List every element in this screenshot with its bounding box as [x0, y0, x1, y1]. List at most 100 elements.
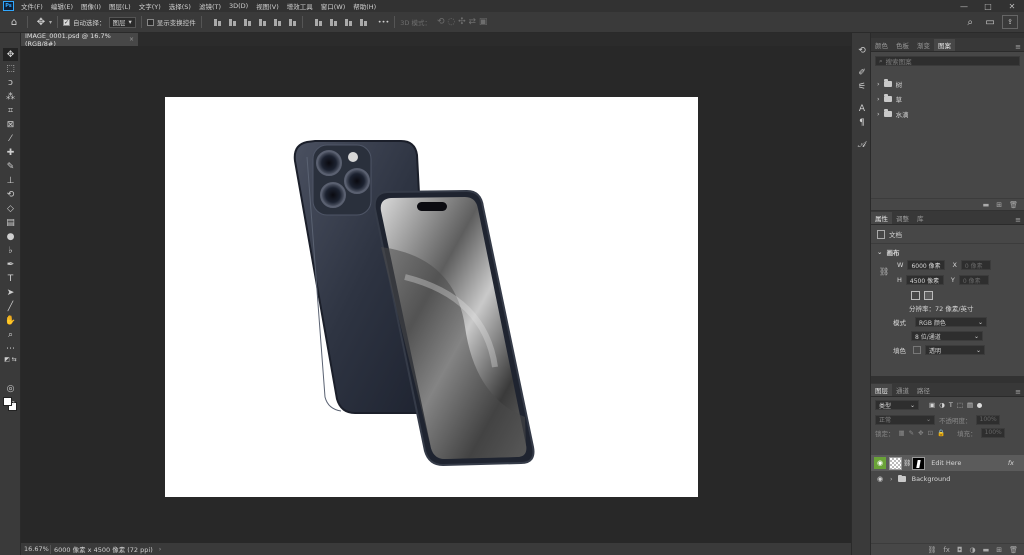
lock-paint-icon[interactable]: ✎ [909, 429, 914, 437]
tab-adjustments[interactable]: 调整 [892, 212, 913, 224]
document-tab[interactable]: IMAGE_0001.psd @ 16.7%(RGB/8#) × [21, 32, 138, 48]
auto-select-checkbox[interactable]: ✓ [63, 18, 71, 26]
panel-menu-icon[interactable]: ≡ [1015, 388, 1021, 396]
depth-select[interactable]: 8 位/通道 ⌄ [911, 331, 983, 341]
filter-shape-icon[interactable]: ⬚ [957, 401, 963, 409]
menu-help[interactable]: 帮助(H) [349, 1, 380, 11]
layer-style-icon[interactable]: fx [943, 546, 950, 554]
eyedropper-tool-icon[interactable]: ⁄ [3, 132, 18, 145]
default-colors-icon[interactable]: ◩ ⇆ [3, 353, 18, 366]
panel-menu-icon[interactable]: ≡ [1015, 216, 1021, 224]
fill-field[interactable]: 100% [980, 427, 1005, 438]
tab-gradients[interactable]: 渐变 [913, 39, 934, 51]
y-field[interactable]: 0 像素 [958, 275, 989, 285]
pen-tool-icon[interactable]: ✒ [3, 258, 18, 271]
height-field[interactable]: 4500 像素 [905, 275, 944, 285]
line-tool-icon[interactable]: ╱ [3, 300, 18, 313]
layer-filter-select[interactable]: 类型 ⌄ [875, 400, 919, 410]
align-hcenter-icon[interactable] [228, 18, 237, 27]
minimize-button[interactable]: — [952, 0, 976, 12]
tab-channels[interactable]: 通道 [892, 384, 913, 396]
tab-properties[interactable]: 属性 [871, 212, 892, 224]
lock-position-icon[interactable]: ✥ [918, 429, 923, 437]
home-icon[interactable]: ⌂ [6, 14, 22, 30]
zoom-level[interactable]: 16.67% [21, 545, 49, 553]
align-bottom-icon[interactable] [288, 18, 297, 27]
close-button[interactable]: ✕ [1000, 0, 1024, 12]
tab-paths[interactable]: 路径 [913, 384, 934, 396]
lock-pixels-icon[interactable]: ▦ [899, 429, 905, 437]
link-layers-icon[interactable]: ⛓ [927, 546, 936, 554]
trash-icon[interactable]: 🗑 [1009, 546, 1018, 554]
photoshop-logo[interactable]: Ps [3, 1, 14, 11]
adjustments-icon[interactable]: ⚟ [855, 81, 869, 93]
menu-filter[interactable]: 滤镜(T) [195, 1, 225, 11]
new-group-icon[interactable]: ▬ [983, 201, 990, 209]
crop-tool-icon[interactable]: ⌗ [3, 104, 18, 117]
distribute-right-icon[interactable] [344, 18, 353, 27]
hand-tool-icon[interactable]: ✋ [3, 314, 18, 327]
visibility-eye-icon[interactable]: ◉ [874, 473, 886, 485]
move-tool-icon[interactable]: ✥ [3, 48, 18, 61]
menu-plugins[interactable]: 增效工具 [283, 1, 317, 11]
align-right-icon[interactable] [243, 18, 252, 27]
workspace-icon[interactable]: ▭ [982, 14, 998, 30]
more-options-button[interactable]: ••• [378, 18, 390, 26]
distribute-center-icon[interactable] [329, 18, 338, 27]
type-tool-icon[interactable]: T [3, 272, 18, 285]
filter-adjustment-icon[interactable]: ◑ [939, 401, 945, 409]
align-left-icon[interactable] [213, 18, 222, 27]
glyphs-panel-icon[interactable]: 𝒜 [855, 139, 869, 151]
path-selection-tool-icon[interactable]: ➤ [3, 286, 18, 299]
lock-artboard-icon[interactable]: ⊡ [928, 429, 933, 437]
landscape-icon[interactable] [924, 290, 933, 300]
trash-icon[interactable]: 🗑 [1009, 201, 1018, 209]
chevron-down-icon[interactable]: ▾ [49, 19, 52, 26]
brush-tool-icon[interactable]: ✎ [3, 160, 18, 173]
auto-select-dropdown[interactable]: 图层 ▾ [108, 16, 136, 28]
tab-layers[interactable]: 图层 [871, 384, 892, 396]
pattern-group-trees[interactable]: › 树 [871, 76, 1024, 91]
filter-pixel-icon[interactable]: ▣ [929, 401, 935, 409]
lasso-tool-icon[interactable]: ↄ [3, 76, 18, 89]
filter-toggle-icon[interactable] [977, 402, 983, 408]
menu-layer[interactable]: 图层(L) [105, 1, 135, 11]
mode-select[interactable]: RGB 颜色 ⌄ [915, 317, 987, 327]
maximize-button[interactable]: □ [976, 0, 1000, 12]
align-vcenter-icon[interactable] [273, 18, 282, 27]
menu-3d[interactable]: 3D(D) [225, 2, 252, 10]
dodge-tool-icon[interactable]: ♭ [3, 244, 18, 257]
show-transform-checkbox[interactable] [146, 18, 154, 26]
tab-color[interactable]: 颜色 [871, 39, 892, 51]
filter-type-icon[interactable]: T [949, 401, 953, 409]
tab-libraries[interactable]: 库 [913, 212, 928, 224]
document-canvas[interactable] [165, 97, 698, 497]
align-top-icon[interactable] [258, 18, 267, 27]
add-pattern-icon[interactable]: ⊞ [996, 201, 1002, 209]
search-icon[interactable]: ⌕ [962, 14, 978, 30]
menu-select[interactable]: 选择(S) [165, 1, 195, 11]
magic-wand-tool-icon[interactable]: ⁂ [3, 90, 18, 103]
zoom-tool-icon[interactable]: ⌕ [3, 328, 18, 341]
status-menu-arrow[interactable]: › [159, 545, 162, 553]
pattern-group-water[interactable]: › 水滴 [871, 106, 1024, 121]
fill-swatch[interactable] [913, 346, 921, 354]
tab-swatches[interactable]: 色板 [892, 39, 913, 51]
panel-menu-icon[interactable]: ≡ [1015, 43, 1021, 51]
blur-tool-icon[interactable]: ● [3, 230, 18, 243]
chevron-right-icon[interactable]: › [890, 475, 893, 483]
layer-background[interactable]: ◉ › Background [871, 471, 1024, 487]
layer-edit-here[interactable]: ◉ ⛓ Edit Here fx [871, 455, 1024, 471]
menu-image[interactable]: 图像(I) [77, 1, 105, 11]
pattern-search-input[interactable]: ⌕ 搜索图案 [875, 56, 1020, 66]
share-icon[interactable]: ⇪ [1002, 15, 1018, 29]
menu-edit[interactable]: 编辑(E) [47, 1, 77, 11]
frame-tool-icon[interactable]: ⊠ [3, 118, 18, 131]
character-panel-icon[interactable]: A [855, 103, 869, 115]
quick-mask-icon[interactable]: ◎ [3, 382, 18, 395]
new-group-icon[interactable]: ▬ [983, 546, 990, 554]
tab-patterns[interactable]: 图案 [934, 39, 955, 51]
x-field[interactable]: 0 像素 [960, 260, 991, 270]
distribute-spacing-icon[interactable] [359, 18, 368, 27]
foreground-color-swatch[interactable] [3, 397, 12, 406]
